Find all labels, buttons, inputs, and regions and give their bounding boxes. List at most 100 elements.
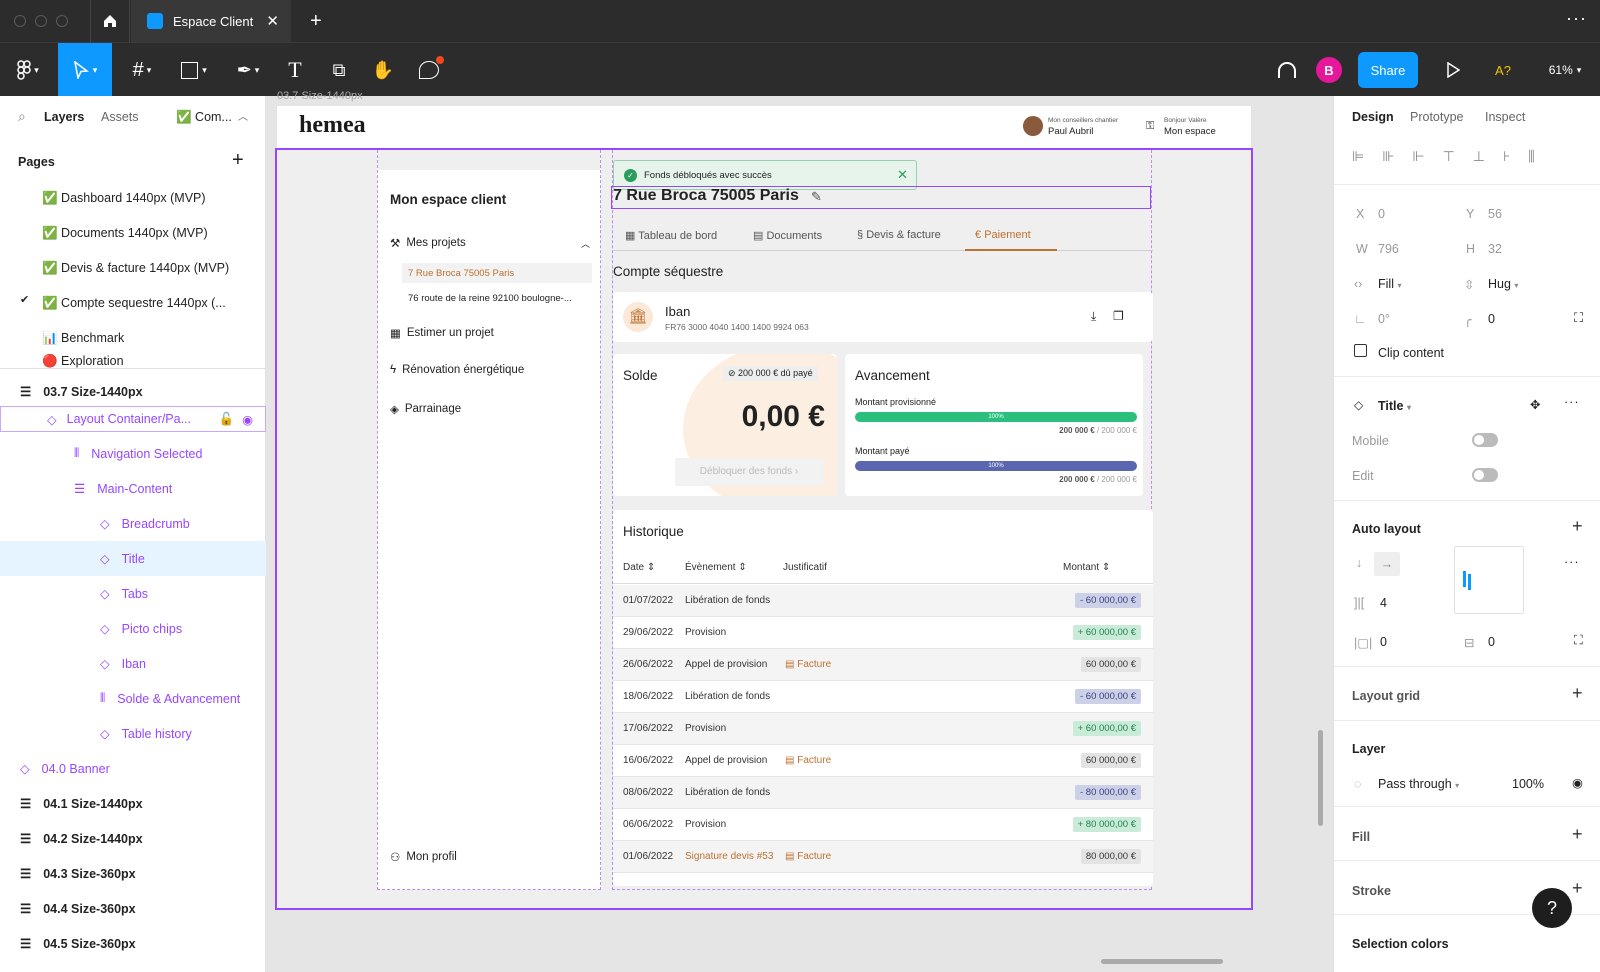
eye-icon[interactable]: ◉ — [242, 412, 253, 427]
eye-icon[interactable]: ◉ — [1572, 775, 1583, 790]
layer-main-content[interactable]: ☰ Main-Content — [0, 471, 266, 506]
close-tab-icon[interactable]: ✕ — [266, 12, 279, 30]
lock-icon[interactable]: 🔓 — [219, 412, 235, 427]
move-tool[interactable]: ▾ — [58, 43, 112, 97]
mobile-toggle[interactable] — [1472, 433, 1498, 447]
advisor-name[interactable]: Paul Aubril — [1048, 126, 1093, 137]
more-icon[interactable]: ··· — [1566, 8, 1587, 29]
padding-v-value[interactable]: 0 — [1488, 635, 1495, 649]
w-value[interactable]: 796 — [1378, 242, 1399, 256]
add-page-icon[interactable]: + — [232, 149, 244, 172]
alignment-icons[interactable]: ⊫⊪⊩⊤⊥⊦⫼ — [1352, 148, 1553, 165]
row-event[interactable]: Signature devis #53 — [685, 851, 773, 862]
nav-renovation[interactable]: ϟ Rénovation énergétique — [390, 364, 524, 376]
vertical-direction-icon[interactable]: ↓ — [1356, 556, 1362, 570]
layer-frame-044[interactable]: ☰ 04.4 Size-360px — [0, 891, 266, 926]
tab-prototype[interactable]: Prototype — [1410, 110, 1464, 124]
clip-content-checkbox[interactable] — [1354, 344, 1367, 357]
edit-toggle[interactable] — [1472, 468, 1498, 482]
download-icon[interactable]: ⤓ — [1091, 309, 1096, 324]
layer-frame-042[interactable]: ☰ 04.2 Size-1440px — [0, 821, 266, 856]
frame-label[interactable]: 03.7 Size-1440px — [277, 90, 363, 102]
remove-auto-layout-icon[interactable]: + — [1572, 516, 1583, 537]
close-toast-icon[interactable]: ✕ — [897, 167, 908, 183]
layer-breadcrumb[interactable]: ◇ Breadcrumb — [0, 506, 266, 541]
tab-layers[interactable]: Layers — [44, 110, 84, 124]
vertical-scrollbar[interactable] — [1318, 730, 1323, 826]
release-funds-button[interactable]: Débloquer des fonds › — [675, 458, 823, 486]
copy-icon[interactable]: ❐ — [1113, 309, 1124, 323]
h-value[interactable]: 32 — [1488, 242, 1502, 256]
edit-pencil-icon[interactable]: ✎ — [811, 189, 822, 205]
main-menu-button[interactable]: ▾ — [8, 43, 48, 97]
layer-frame-045[interactable]: ☰ 04.5 Size-360px — [0, 926, 266, 961]
zoom-menu[interactable]: 61% ▾ — [1540, 43, 1590, 97]
tab-documents[interactable]: ▤ Documents — [753, 229, 822, 242]
layer-frame-043[interactable]: ☰ 04.3 Size-360px — [0, 856, 266, 891]
frame-tool[interactable]: # ▾ — [122, 43, 162, 97]
fill-width-dropdown[interactable]: Fill ▾ — [1378, 277, 1401, 291]
chevron-up-icon[interactable]: ︿ — [238, 108, 248, 123]
hug-height-dropdown[interactable]: Hug ▾ — [1488, 277, 1518, 291]
audio-button[interactable] — [1270, 43, 1304, 97]
layer-solde[interactable]: ⫴ Solde & Advancement — [0, 681, 266, 716]
tab-design[interactable]: Design — [1352, 110, 1394, 124]
page-item[interactable]: ✅ Devis & facture 1440px (MVP) — [0, 251, 266, 286]
x-value[interactable]: 0 — [1378, 207, 1385, 221]
col-event[interactable]: Évènement ⇕ — [685, 562, 747, 573]
search-icon[interactable]: ⌕ — [18, 108, 26, 125]
text-tool[interactable]: T — [280, 43, 310, 97]
tab-invoices[interactable]: § Devis & facture — [857, 229, 941, 241]
opacity-value[interactable]: 100% — [1512, 777, 1544, 791]
more-icon[interactable]: ··· — [1564, 395, 1580, 409]
nav-estimate[interactable]: ▦ Estimer un projet — [390, 326, 494, 340]
tab-assets[interactable]: Assets — [101, 110, 139, 124]
layer-picto-chips[interactable]: ◇ Picto chips — [0, 611, 266, 646]
expand-corners-icon[interactable]: ⛶ — [1574, 310, 1583, 326]
layer-banner[interactable]: ◇ 04.0 Banner — [0, 751, 266, 786]
tab-inspect[interactable]: Inspect — [1485, 110, 1525, 124]
layer-title-selected[interactable]: ◇ Title — [0, 541, 266, 576]
page-item-current[interactable]: ✅ Compte sequestre 1440px (... — [0, 286, 266, 321]
page-item[interactable]: ✅ Documents 1440px (MVP) — [0, 216, 266, 251]
invoice-link[interactable]: ▤ Facture — [785, 755, 831, 766]
layer-iban[interactable]: ◇ Iban — [0, 646, 266, 681]
nav-profile[interactable]: ⚇ Mon profil — [390, 850, 457, 864]
layer-navigation[interactable]: ⫴ Navigation Selected — [0, 436, 266, 471]
file-tab[interactable]: Espace Client ✕ — [131, 0, 291, 42]
tab-payment-active[interactable]: € Paiement — [965, 229, 1057, 251]
shape-tool[interactable]: ▾ — [172, 43, 216, 97]
gap-value[interactable]: 4 — [1380, 596, 1387, 610]
layer-frame-041[interactable]: ☰ 04.1 Size-1440px — [0, 786, 266, 821]
blend-mode-dropdown[interactable]: Pass through ▾ — [1378, 777, 1459, 791]
share-button[interactable]: Share — [1358, 52, 1418, 88]
y-value[interactable]: 56 — [1488, 207, 1502, 221]
help-button[interactable]: ? — [1532, 888, 1572, 928]
autosave-indicator[interactable]: A? — [1488, 43, 1518, 97]
invoice-link[interactable]: ▤ Facture — [785, 659, 831, 670]
comment-tool[interactable] — [412, 43, 446, 97]
zoom-window-button[interactable] — [56, 15, 68, 27]
radius-value[interactable]: 0 — [1488, 312, 1495, 326]
page-item[interactable]: ✅ Dashboard 1440px (MVP) — [0, 181, 266, 216]
close-window-button[interactable] — [14, 15, 26, 27]
user-avatar[interactable]: B — [1314, 43, 1344, 97]
tab-dashboard[interactable]: ▦ Tableau de bord — [625, 229, 717, 242]
component-name[interactable]: Title ▾ — [1378, 399, 1411, 413]
col-date[interactable]: Date ⇕ — [623, 562, 655, 573]
more-icon[interactable]: ··· — [1564, 555, 1580, 569]
layer-frame-037[interactable]: ☰ 03.7 Size-1440px — [0, 374, 266, 409]
padding-h-value[interactable]: 0 — [1380, 635, 1387, 649]
hand-tool[interactable]: ✋ — [366, 43, 400, 97]
layer-tabs[interactable]: ◇ Tabs — [0, 576, 266, 611]
user-space-link[interactable]: Mon espace — [1164, 126, 1216, 137]
alignment-grid[interactable] — [1454, 546, 1524, 614]
go-to-main-component-icon[interactable]: ✥ — [1530, 397, 1540, 412]
new-tab-icon[interactable]: + — [310, 10, 322, 33]
add-stroke-icon[interactable]: + — [1572, 878, 1583, 899]
pen-tool[interactable]: ✒ ▾ — [226, 43, 270, 97]
add-layout-grid-icon[interactable]: + — [1572, 683, 1583, 704]
layer-table-history[interactable]: ◇ Table history — [0, 716, 266, 751]
nav-my-projects[interactable]: ⚒ Mes projets ︿ — [390, 236, 590, 250]
invoice-link[interactable]: ▤ Facture — [785, 851, 831, 862]
